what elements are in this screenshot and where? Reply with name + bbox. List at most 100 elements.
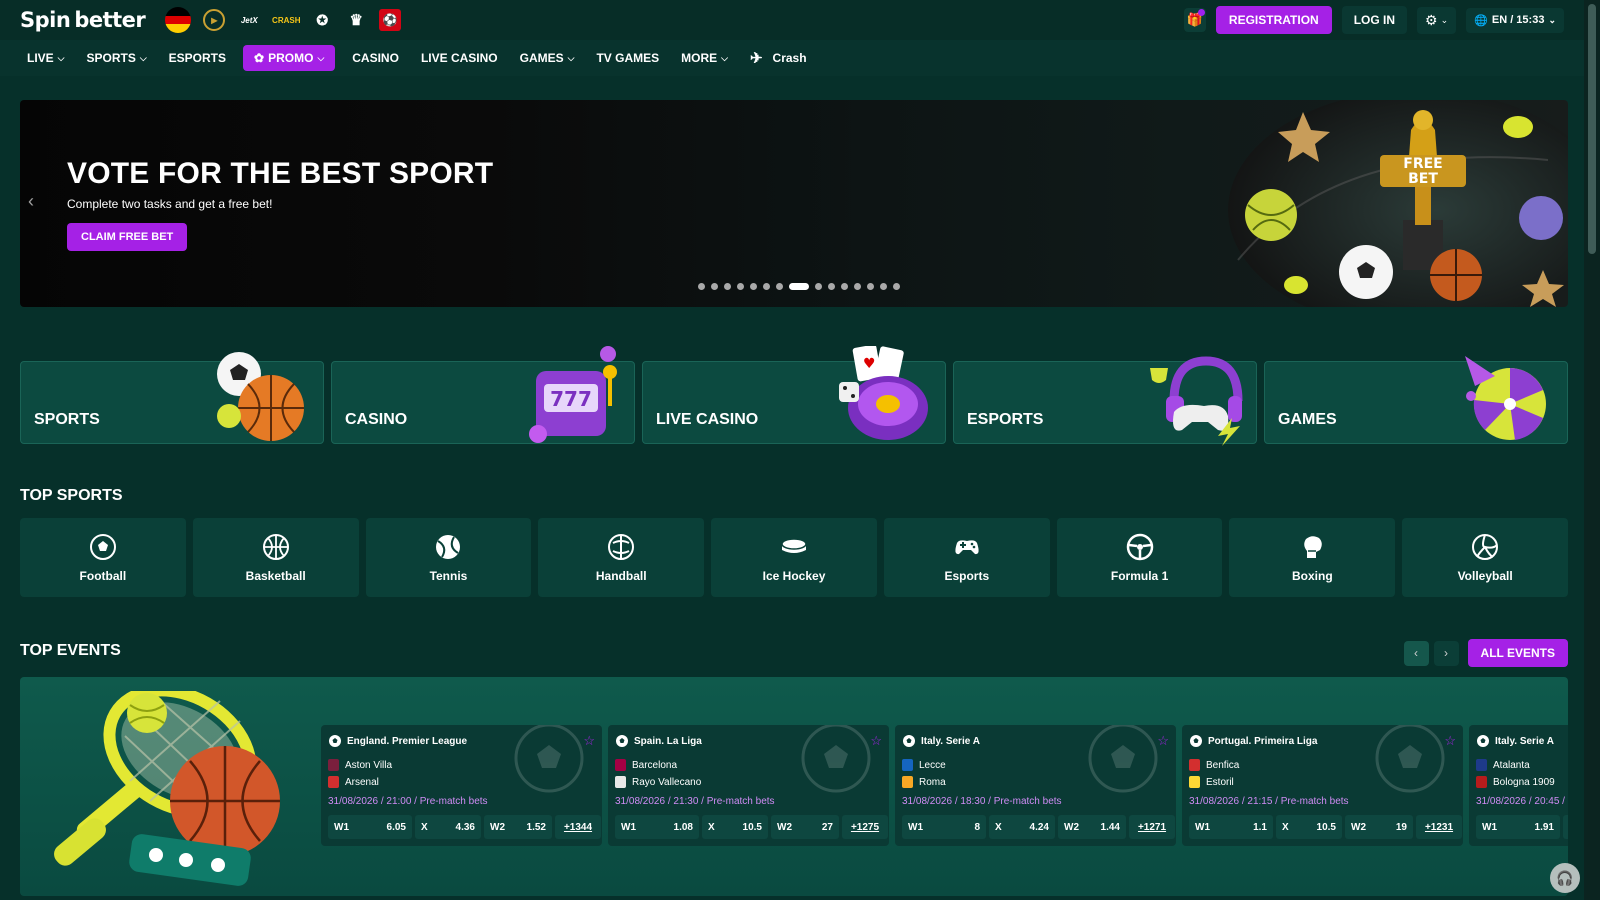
page-scrollbar[interactable] [1584, 0, 1600, 900]
team-crest-icon [1189, 776, 1200, 788]
premier-league-icon[interactable]: ♛ [345, 9, 367, 31]
login-button[interactable]: LOG IN [1341, 6, 1408, 34]
tile-games[interactable]: GAMES [1264, 356, 1568, 444]
odd-x[interactable]: X 10.5 [1276, 815, 1342, 839]
tile-esports[interactable]: ESPORTS [953, 356, 1257, 446]
event-card[interactable]: Portugal. Primeira Liga ☆ Benfica Estoril 31… [1182, 725, 1463, 846]
bundesliga-icon[interactable]: ⚽ [379, 9, 402, 31]
sport-basketball[interactable]: Basketball [192, 518, 359, 597]
nav-games[interactable]: GAMES ⌵ [509, 45, 586, 71]
event-card[interactable]: Italy. Serie A☆AtalantaBologna 190931/08… [1469, 725, 1568, 846]
language-time-selector[interactable]: 🌐 EN / 15:33 ⌄ [1466, 7, 1564, 33]
event-card[interactable]: Italy. Serie A ☆ Lecce Roma 31/08/2026 / 18:… [895, 725, 1176, 846]
sport-boxing[interactable]: Boxing [1229, 518, 1396, 597]
odd-x[interactable]: X 4.24 [989, 815, 1055, 839]
globe-icon: 🌐 [1474, 14, 1488, 27]
odd-x[interactable]: X [1563, 815, 1568, 839]
basketball-icon [262, 533, 289, 560]
carousel-dot[interactable] [776, 283, 783, 290]
scrollbar-thumb[interactable] [1588, 4, 1596, 254]
nav-live-casino[interactable]: LIVE CASINO [410, 45, 509, 71]
events-next-button[interactable]: › [1433, 640, 1459, 666]
support-chat-icon[interactable]: 🎧 [1550, 863, 1580, 893]
settings-button[interactable]: ⚙ ⌄ [1417, 6, 1457, 34]
odd-w2[interactable]: W2 19 [1345, 815, 1413, 839]
events-prev-button[interactable]: ‹ [1403, 640, 1429, 666]
odd-x[interactable]: X 10.5 [702, 815, 768, 839]
promo-banner[interactable]: ‹ VOTE FOR THE BEST SPORT Complete two t… [20, 100, 1568, 307]
nav-esports[interactable]: ESPORTS [158, 45, 237, 71]
spinbetter-logo[interactable]: Spin better [20, 8, 146, 32]
jetx-logo-icon[interactable]: JetX [237, 9, 261, 31]
odd-w1[interactable]: W1 1.08 [615, 815, 699, 839]
play-badge-icon[interactable]: ▶ [203, 9, 226, 31]
favorite-star-icon[interactable]: ☆ [583, 733, 595, 749]
carousel-dot[interactable] [893, 283, 900, 290]
nav-live[interactable]: LIVE ⌵ [16, 45, 76, 71]
odd-w1[interactable]: W1 1.1 [1189, 815, 1273, 839]
crash-logo-icon[interactable]: CRASH [272, 9, 300, 31]
nav-casino[interactable]: CASINO [341, 45, 410, 71]
sport-volleyball[interactable]: Volleyball [1402, 518, 1569, 597]
event-time: 31/08/2026 / 20:45 / Pre-match bets [1476, 796, 1568, 807]
sport-formula-1[interactable]: Formula 1 [1056, 518, 1223, 597]
carousel-dot[interactable] [724, 283, 731, 290]
team-away-name: Arsenal [345, 776, 379, 788]
more-markets-link[interactable]: +1344 [555, 815, 601, 839]
carousel-dot[interactable] [737, 283, 744, 290]
tile-casino[interactable]: CASINO 777 [331, 346, 635, 444]
registration-button[interactable]: REGISTRATION [1215, 6, 1332, 34]
sport-handball[interactable]: Handball [538, 518, 705, 597]
odd-x[interactable]: X 4.36 [415, 815, 481, 839]
football-icon [329, 735, 341, 747]
nav-more[interactable]: MORE ⌵ [670, 45, 739, 71]
more-markets-link[interactable]: +1231 [1416, 815, 1462, 839]
all-events-button[interactable]: ALL EVENTS [1467, 639, 1568, 667]
odd-w1[interactable]: W1 6.05 [328, 815, 412, 839]
sport-esports[interactable]: Esports [883, 518, 1050, 597]
carousel-dot[interactable] [867, 283, 874, 290]
carousel-dot[interactable] [763, 283, 770, 290]
event-card[interactable]: Spain. La Liga ☆ Barcelona Rayo Vallecano 31… [608, 725, 889, 846]
carousel-dot[interactable] [698, 283, 705, 290]
carousel-dot[interactable] [828, 283, 835, 290]
sport-tennis[interactable]: Tennis [365, 518, 532, 597]
champions-league-icon[interactable]: ✪ [311, 9, 333, 31]
carousel-dot[interactable] [815, 283, 822, 290]
nav-tv-games[interactable]: TV GAMES [585, 45, 670, 71]
germany-flag-icon[interactable] [165, 7, 192, 33]
sport-football[interactable]: Football [20, 518, 186, 597]
football-icon [89, 533, 116, 560]
favorite-star-icon[interactable]: ☆ [870, 733, 882, 749]
odd-w2[interactable]: W2 1.52 [484, 815, 552, 839]
gift-icon[interactable]: 🎁 [1183, 8, 1206, 32]
claim-free-bet-button[interactable]: CLAIM FREE BET [67, 223, 188, 251]
odds-row: W1 6.05 X 4.36 W2 1.52 +1344 [328, 815, 601, 839]
nav-promo[interactable]: ✿ PROMO ⌵ [243, 45, 336, 71]
tile-live-casino[interactable]: LIVE CASINO ♥ [642, 346, 946, 444]
carousel-dot[interactable] [854, 283, 861, 290]
favorite-star-icon[interactable]: ☆ [1444, 733, 1456, 749]
more-markets-link[interactable]: +1275 [842, 815, 888, 839]
sport-ice-hockey[interactable]: Ice Hockey [711, 518, 877, 597]
sport-name: Esports [944, 568, 990, 583]
nav-crash[interactable]: ✈ Crash [739, 45, 818, 71]
team-home: Atalanta [1476, 759, 1530, 771]
carousel-dot[interactable] [750, 283, 757, 290]
favorite-star-icon[interactable]: ☆ [1157, 733, 1169, 749]
carousel-dot[interactable] [711, 283, 718, 290]
league-name: Italy. Serie A [921, 736, 980, 747]
carousel-dot[interactable] [789, 283, 809, 290]
nav-sports[interactable]: SPORTS ⌵ [76, 45, 158, 71]
odd-w1[interactable]: W1 8 [902, 815, 986, 839]
tile-sports[interactable]: SPORTS [20, 352, 324, 444]
odds-row: W1 8 X 4.24 W2 1.44 +1271 [902, 815, 1175, 839]
chevron-left-icon[interactable]: ‹ [28, 191, 34, 212]
odd-w1[interactable]: W1 1.91 [1476, 815, 1560, 839]
carousel-dot[interactable] [880, 283, 887, 290]
more-markets-link[interactable]: +1271 [1129, 815, 1175, 839]
odd-w2[interactable]: W2 27 [771, 815, 839, 839]
odd-w2[interactable]: W2 1.44 [1058, 815, 1126, 839]
event-card[interactable]: England. Premier League ☆ Aston Villa Arsen… [321, 725, 602, 846]
carousel-dot[interactable] [841, 283, 848, 290]
